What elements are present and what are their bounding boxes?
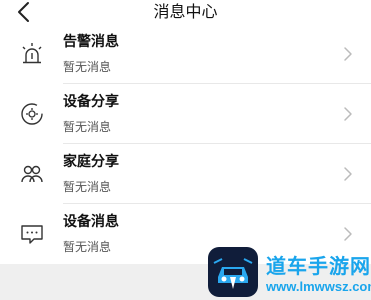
message-item-device-message[interactable]: 设备消息 暂无消息 <box>0 204 371 264</box>
message-item-title: 设备分享 <box>63 94 119 110</box>
alarm-siren-icon <box>22 43 42 64</box>
message-item-status: 暂无消息 <box>63 120 112 134</box>
message-item-title: 告警消息 <box>63 34 119 50</box>
device-share-icon <box>21 103 43 125</box>
top-bar: 消息中心 <box>0 0 371 24</box>
device-message-icon <box>21 225 43 244</box>
chevron-right-icon <box>344 107 352 121</box>
message-item-family-share[interactable]: 家庭分享 暂无消息 <box>0 144 371 204</box>
message-item-status: 暂无消息 <box>63 240 112 254</box>
message-item-title: 家庭分享 <box>63 154 119 170</box>
message-item-status: 暂无消息 <box>63 180 112 194</box>
message-item-title: 设备消息 <box>63 214 119 230</box>
chevron-right-icon <box>344 227 352 241</box>
family-share-icon <box>21 165 43 183</box>
watermark-url: www.lmwwsz.com <box>266 279 371 294</box>
watermark-text: 道车手游网 <box>266 256 371 278</box>
message-item-alarm[interactable]: 告警消息 暂无消息 <box>0 24 371 84</box>
message-list: 告警消息 暂无消息 设备分享 暂无消息 家庭分享 暂无消息 设备消息 暂无消息 <box>0 24 371 264</box>
car-logo-icon <box>213 258 253 289</box>
chevron-right-icon <box>344 167 352 181</box>
watermark-logo <box>208 247 258 297</box>
message-item-device-share[interactable]: 设备分享 暂无消息 <box>0 84 371 144</box>
chevron-right-icon <box>344 47 352 61</box>
message-item-status: 暂无消息 <box>63 60 112 74</box>
page-title: 消息中心 <box>153 2 218 21</box>
